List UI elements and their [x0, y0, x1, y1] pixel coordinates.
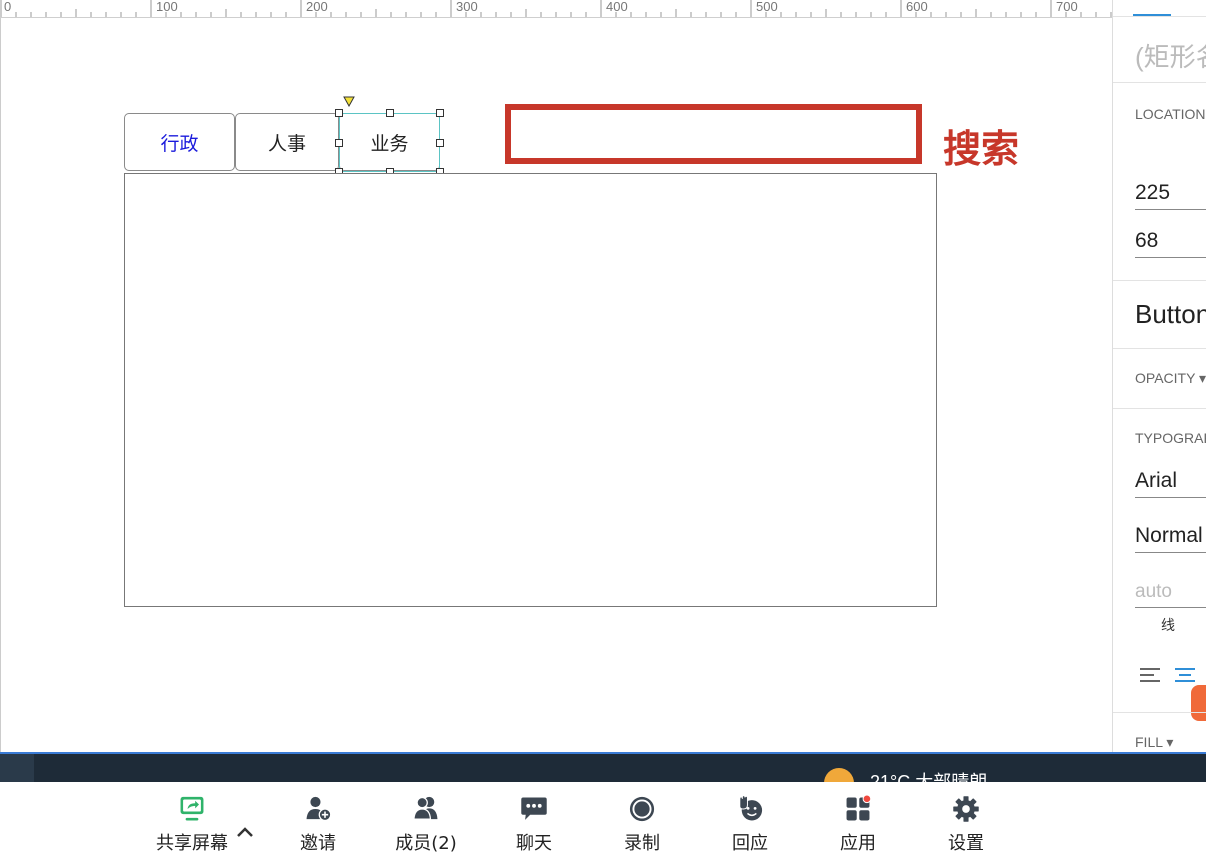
shape-name-field[interactable]: (矩形名: [1135, 37, 1206, 74]
resize-handle-top-right[interactable]: [436, 109, 444, 117]
interaction-marker-icon[interactable]: [343, 96, 355, 107]
tab-admin[interactable]: 行政: [124, 113, 235, 171]
x-position-field[interactable]: 225: [1135, 181, 1206, 210]
search-label: 搜索: [943, 127, 1020, 171]
widget-type-section: Button: [1113, 280, 1206, 349]
resize-handle-top[interactable]: [386, 109, 394, 117]
apps-button[interactable]: 应用: [828, 795, 888, 855]
settings-icon: [953, 796, 979, 822]
opacity-dropdown[interactable]: OPACITY ▾: [1135, 370, 1206, 387]
members-button[interactable]: 成员(2): [395, 795, 457, 855]
location-section: LOCATION 225 68: [1113, 82, 1206, 281]
record-label: 录制: [624, 833, 660, 854]
ruler-label: 600: [906, 0, 928, 14]
invite-icon: [306, 796, 332, 822]
font-weight-select[interactable]: Normal: [1135, 524, 1206, 553]
ruler-label: 0: [4, 0, 12, 14]
reactions-button[interactable]: 回应: [720, 795, 780, 855]
share-screen-button[interactable]: 共享屏幕: [156, 795, 228, 855]
ruler-label: 200: [306, 0, 328, 14]
chat-label: 聊天: [516, 833, 552, 854]
invite-label: 邀请: [300, 833, 336, 854]
apps-icon: [846, 795, 872, 821]
resize-handle-right[interactable]: [436, 139, 444, 147]
horizontal-ruler: 0 100 200 300 400 500 600 700: [0, 0, 1112, 18]
fill-dropdown[interactable]: FILL ▾: [1135, 734, 1173, 751]
resize-handle-top-left[interactable]: [335, 109, 343, 117]
ruler-label: 300: [456, 0, 478, 14]
ruler-label: 100: [156, 0, 178, 14]
align-left-icon[interactable]: [1139, 667, 1161, 683]
tab-content-panel[interactable]: [124, 173, 937, 607]
ruler-label: 700: [1056, 0, 1078, 14]
line-height-field[interactable]: auto: [1135, 581, 1206, 608]
members-icon: [413, 796, 438, 820]
share-screen-icon: [180, 796, 204, 821]
y-position-field[interactable]: 68: [1135, 229, 1206, 258]
tab-hr[interactable]: 人事: [235, 113, 339, 171]
inspector-panel: (矩形名 LOCATION 225 68 Button OPACITY ▾ TY…: [1112, 0, 1206, 752]
chat-button[interactable]: 聊天: [504, 795, 564, 855]
line-height-label: 线: [1161, 617, 1175, 633]
reactions-label: 回应: [732, 833, 768, 854]
settings-label: 设置: [948, 833, 984, 854]
notification-dot: [862, 795, 872, 804]
os-taskbar: [0, 752, 1206, 798]
inspector-style-tab[interactable]: [1133, 0, 1171, 17]
settings-button[interactable]: 设置: [936, 795, 996, 855]
taskbar-app-icon[interactable]: [0, 754, 34, 782]
location-label: LOCATION: [1135, 106, 1206, 122]
reactions-icon: [739, 795, 763, 821]
search-input[interactable]: [505, 104, 922, 164]
resize-handle-left[interactable]: [335, 139, 343, 147]
chevron-up-icon[interactable]: [236, 826, 254, 838]
align-center-icon[interactable]: [1174, 667, 1196, 683]
chat-icon: [521, 797, 547, 820]
tab-business[interactable]: 业务: [339, 113, 440, 171]
share-screen-label: 共享屏幕: [156, 833, 228, 854]
record-icon: [629, 796, 655, 822]
invite-button[interactable]: 邀请: [288, 795, 348, 855]
ruler-label: 500: [756, 0, 778, 14]
record-button[interactable]: 录制: [612, 795, 672, 855]
members-label: 成员(2): [395, 833, 457, 854]
font-family-select[interactable]: Arial: [1135, 469, 1206, 498]
fill-section: FILL ▾: [1113, 712, 1206, 752]
widget-type-label: Button: [1135, 299, 1206, 329]
shape-name-section: (矩形名: [1113, 16, 1206, 83]
typography-section: TYPOGRAP Arial Normal auto 线: [1113, 408, 1206, 721]
apps-label: 应用: [840, 833, 876, 854]
typography-label: TYPOGRAP: [1135, 430, 1206, 446]
ruler-label: 400: [606, 0, 628, 14]
opacity-section: OPACITY ▾: [1113, 348, 1206, 409]
